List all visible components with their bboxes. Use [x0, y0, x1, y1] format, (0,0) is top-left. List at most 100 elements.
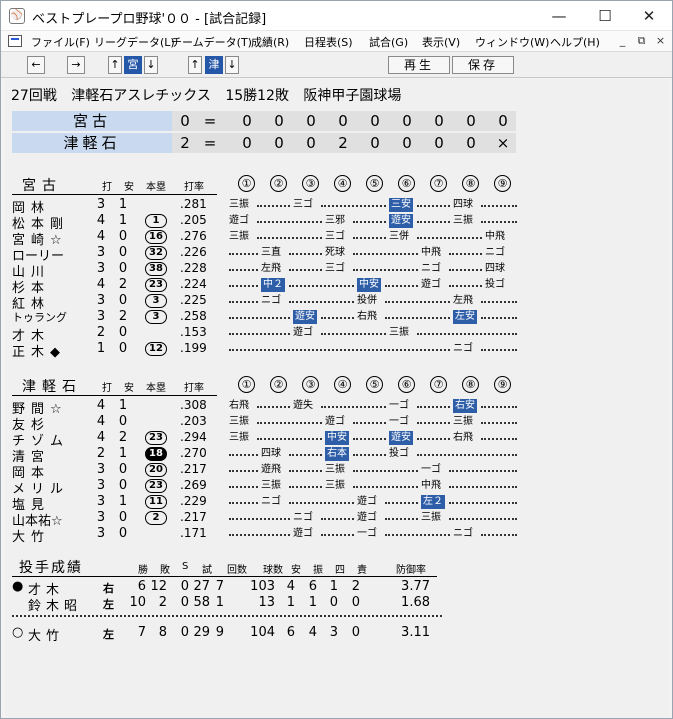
inning-number: ⑨ — [494, 376, 511, 393]
result-dotted-line — [417, 422, 450, 424]
batter-row: 宮崎☆ 4 0 16.276 三振 三ゴ 三併 中飛 — [12, 229, 532, 248]
at-bat-result: 三邪 — [325, 215, 345, 226]
batting-header: 津軽石 打 安 本塁 打率 ① ② ③ ④ ⑤ ⑥ ⑦ ⑧ ⑨ — [12, 376, 532, 395]
result-dotted-line — [321, 317, 354, 319]
batter-at-bats: 3 — [96, 510, 106, 525]
result-dotted-line — [385, 317, 450, 319]
batter-hits: 1 — [118, 197, 128, 212]
batter-name: トゥラング — [12, 311, 67, 324]
at-bat-result: 一ゴ — [389, 400, 409, 411]
result-dotted-line — [385, 301, 450, 303]
batter-row: トゥラング 3 2 3.258 遊安 右飛 左安 — [12, 309, 532, 325]
batter-average: .258 — [180, 309, 207, 323]
menu-window[interactable]: ウィンドウ(W) — [475, 34, 549, 50]
minimize-button[interactable]: — — [536, 1, 582, 31]
batter-at-bats: 4 — [96, 414, 106, 429]
at-bat-result: ニゴ — [453, 343, 473, 354]
inning-number: ⑤ — [366, 175, 383, 192]
game-stadium: 阪神甲子園球場 — [303, 88, 402, 104]
at-bat-result: 投ゴ — [389, 448, 409, 459]
inning-number: ③ — [302, 175, 319, 192]
mdi-restore-button[interactable]: ⧉ — [634, 33, 649, 48]
at-bat-result: 中飛 — [421, 247, 441, 258]
result-dotted-line — [353, 438, 386, 440]
mdi-close-button[interactable]: × — [653, 33, 668, 48]
pitcher-stat-era: 3.11 — [401, 625, 430, 640]
batter-row: 清宮 2 1 18.270 四球 右本 投ゴ — [12, 446, 532, 465]
menu-stats[interactable]: 成績(R) — [251, 34, 289, 50]
team2-up-button[interactable]: ↑ — [188, 56, 202, 74]
result-dotted-line — [353, 237, 386, 239]
team1-up-button[interactable]: ↑ — [108, 56, 122, 74]
linescore-inning: 0 — [274, 112, 284, 130]
result-dotted-line — [289, 486, 322, 488]
inning-number: ⑦ — [430, 175, 447, 192]
team2-toggle[interactable]: 津 — [205, 56, 223, 74]
header-batting-average: 打率 — [184, 182, 204, 193]
pitching-header: 四 — [335, 565, 345, 576]
batter-at-bats: 3 — [96, 293, 106, 308]
batter-average: .224 — [180, 277, 207, 291]
menu-file[interactable]: ファイル(F) — [31, 34, 90, 50]
title-bar[interactable]: ⚾ ベストプレープロ野球'００ - [試合記録] — ☐ ✕ — [1, 1, 672, 31]
document-icon[interactable] — [8, 35, 22, 47]
batter-at-bats: 3 — [96, 261, 106, 276]
batter-hits: 0 — [118, 245, 128, 260]
team2-down-button[interactable]: ↓ — [225, 56, 239, 74]
batter-row: 才木 2 0.153 遊ゴ 三振 — [12, 325, 532, 344]
menu-schedule[interactable]: 日程表(S) — [304, 34, 353, 50]
at-bat-result: 三振 — [453, 416, 473, 427]
batter-home-runs: 18 — [145, 447, 167, 461]
play-button[interactable]: 再生 — [388, 56, 450, 74]
at-bat-result: ニゴ — [261, 295, 281, 306]
menu-game[interactable]: 試合(G) — [369, 34, 408, 50]
batter-home-runs: 38 — [145, 262, 167, 276]
game-round: 27回戦 — [11, 88, 57, 104]
batter-average: .226 — [180, 245, 207, 259]
result-dotted-line — [257, 422, 322, 424]
menu-help[interactable]: ヘルプ(H) — [550, 34, 600, 50]
batter-at-bats: 4 — [96, 398, 106, 413]
linescore-row: 宮古 0 = 0 0 0 0 0 0 0 0 0 — [12, 111, 516, 131]
close-button[interactable]: ✕ — [626, 1, 672, 31]
inning-number: ⑧ — [462, 175, 479, 192]
menu-league-data[interactable]: リーグデータ(L) — [94, 34, 175, 50]
result-dotted-line — [449, 253, 482, 255]
batter-average: .199 — [180, 341, 207, 355]
result-dotted-line — [229, 349, 450, 351]
at-bat-result: 左飛 — [453, 295, 473, 306]
pitcher-stat-ip: 9 — [215, 625, 224, 640]
linescore-inning: 0 — [466, 112, 476, 130]
result-dotted-line — [449, 502, 517, 504]
at-bat-result: 中飛 — [485, 231, 505, 242]
inning-number: ① — [238, 175, 255, 192]
menu-team-data[interactable]: チームデータ(T) — [171, 34, 252, 50]
inning-number: ⑦ — [430, 376, 447, 393]
prev-game-button[interactable]: ← — [27, 56, 45, 74]
result-dotted-line — [321, 333, 386, 335]
batter-average: .153 — [180, 325, 207, 339]
menu-view[interactable]: 表示(V) — [422, 34, 460, 50]
at-bat-result: 遊ゴ — [293, 327, 313, 338]
team1-down-button[interactable]: ↓ — [144, 56, 158, 74]
batter-at-bats: 2 — [96, 325, 106, 340]
at-bat-result: ニゴ — [421, 263, 441, 274]
pitcher-hand: 左 — [103, 628, 114, 641]
batter-name: 大竹 — [12, 530, 51, 545]
inning-number: ④ — [334, 175, 351, 192]
result-dotted-line — [481, 406, 517, 408]
at-bat-result: 遊ゴ — [325, 416, 345, 427]
next-game-button[interactable]: → — [67, 56, 85, 74]
mdi-minimize-button[interactable]: _ — [615, 33, 630, 48]
batter-row: チゾム 4 2 23.294 三振 中安 遊安 右飛 — [12, 430, 532, 449]
hit-result: 右安 — [453, 399, 477, 413]
batter-average: .205 — [180, 213, 207, 227]
maximize-button[interactable]: ☐ — [582, 1, 628, 31]
save-button[interactable]: 保存 — [452, 56, 514, 74]
team1-toggle[interactable]: 宮 — [124, 56, 142, 74]
at-bat-result: 三振 — [229, 416, 249, 427]
hit-result: 遊安 — [293, 310, 317, 324]
at-bat-result: 右飛 — [453, 432, 473, 443]
linescore-inning: 0 — [242, 112, 252, 130]
batter-home-runs: 23 — [145, 479, 167, 493]
